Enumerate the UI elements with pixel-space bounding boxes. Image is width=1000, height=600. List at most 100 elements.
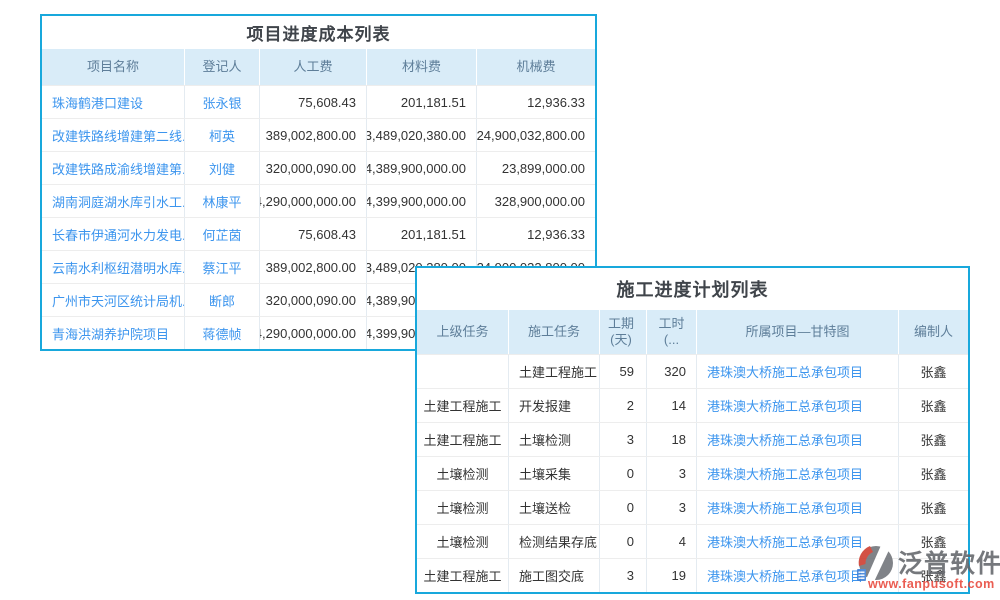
fanpu-watermark: 泛普软件 www.fanpusoft.com	[856, 542, 998, 591]
registrant-link[interactable]: 蒋德帧	[185, 317, 260, 349]
material-cost-value: 3,489,020,380.00	[367, 119, 477, 151]
duration-days-cell: 59	[600, 355, 647, 388]
cost-table-header-row: 项目名称 登记人 人工费 材料费 机械费	[42, 49, 595, 85]
column-header-parent-task: 上级任务	[417, 310, 509, 354]
material-cost-value: 4,399,900,000.00	[367, 185, 477, 217]
labor-cost-value: 75,608.43	[260, 86, 367, 118]
material-cost-value: 201,181.51	[367, 218, 477, 250]
duration-days-cell: 0	[600, 457, 647, 490]
parent-task-cell: 土建工程施工	[417, 559, 509, 592]
column-header-registrant: 登记人	[185, 49, 260, 85]
table-row: 改建铁路线增建第二线... 柯英 389,002,800.00 3,489,02…	[42, 118, 595, 151]
column-header-labor-cost: 人工费	[260, 49, 367, 85]
construction-task-cell: 土建工程施工	[509, 355, 600, 388]
registrant-link[interactable]: 林康平	[185, 185, 260, 217]
project-gantt-link[interactable]: 港珠澳大桥施工总承包项目	[697, 389, 899, 422]
column-header-construction-task: 施工任务	[509, 310, 600, 354]
fanpu-url: www.fanpusoft.com	[868, 577, 998, 591]
labor-cost-value: 4,290,000,000.00	[260, 185, 367, 217]
table-row: 改建铁路成渝线增建第... 刘健 320,000,090.00 4,389,90…	[42, 151, 595, 184]
column-header-project-name: 项目名称	[42, 49, 185, 85]
table-row: 长春市伊通河水力发电... 何芷茵 75,608.43 201,181.51 1…	[42, 217, 595, 250]
work-hours-cell: 18	[647, 423, 697, 456]
fanpu-brand-name: 泛普软件	[898, 544, 1000, 580]
table-row: 土建工程施工 59 320 港珠澳大桥施工总承包项目 张鑫	[417, 354, 968, 388]
work-hours-cell: 320	[647, 355, 697, 388]
compiler-cell: 张鑫	[899, 355, 968, 388]
labor-cost-value: 320,000,090.00	[260, 152, 367, 184]
machine-cost-value: 23,899,000.00	[477, 152, 595, 184]
project-name-link[interactable]: 长春市伊通河水力发电...	[42, 218, 185, 250]
labor-cost-value: 389,002,800.00	[260, 251, 367, 283]
parent-task-cell: 土壤检测	[417, 491, 509, 524]
project-name-link[interactable]: 珠海鹤港口建设	[42, 86, 185, 118]
project-gantt-link[interactable]: 港珠澳大桥施工总承包项目	[697, 355, 899, 388]
duration-days-cell: 2	[600, 389, 647, 422]
material-cost-value: 4,389,900,000.00	[367, 152, 477, 184]
machine-cost-value: 24,900,032,800.00	[477, 119, 595, 151]
project-gantt-link[interactable]: 港珠澳大桥施工总承包项目	[697, 491, 899, 524]
work-hours-cell: 3	[647, 491, 697, 524]
parent-task-cell: 土壤检测	[417, 457, 509, 490]
duration-days-cell: 0	[600, 525, 647, 558]
construction-task-cell: 土壤采集	[509, 457, 600, 490]
work-hours-cell: 19	[647, 559, 697, 592]
labor-cost-value: 75,608.43	[260, 218, 367, 250]
construction-task-cell: 土壤检测	[509, 423, 600, 456]
registrant-link[interactable]: 蔡江平	[185, 251, 260, 283]
labor-cost-value: 320,000,090.00	[260, 284, 367, 316]
machine-cost-value: 12,936.33	[477, 86, 595, 118]
duration-days-cell: 3	[600, 423, 647, 456]
duration-days-cell: 0	[600, 491, 647, 524]
column-header-duration-days: 工期 (天)	[600, 310, 647, 354]
registrant-link[interactable]: 何芷茵	[185, 218, 260, 250]
construction-task-cell: 检测结果存底	[509, 525, 600, 558]
table-row: 珠海鹤港口建设 张永银 75,608.43 201,181.51 12,936.…	[42, 85, 595, 118]
project-name-link[interactable]: 湖南洞庭湖水库引水工...	[42, 185, 185, 217]
registrant-link[interactable]: 张永银	[185, 86, 260, 118]
column-header-work-hours: 工时 (...	[647, 310, 697, 354]
machine-cost-value: 328,900,000.00	[477, 185, 595, 217]
compiler-cell: 张鑫	[899, 491, 968, 524]
construction-task-cell: 土壤送检	[509, 491, 600, 524]
construction-task-cell: 开发报建	[509, 389, 600, 422]
column-header-machine-cost: 机械费	[477, 49, 595, 85]
work-hours-cell: 3	[647, 457, 697, 490]
table-row: 土壤检测 土壤送检 0 3 港珠澳大桥施工总承包项目 张鑫	[417, 490, 968, 524]
plan-table-header-row: 上级任务 施工任务 工期 (天) 工时 (... 所属项目—甘特图 编制人	[417, 310, 968, 354]
work-hours-cell: 4	[647, 525, 697, 558]
labor-cost-value: 4,290,000,000.00	[260, 317, 367, 349]
fanpu-logo-icon	[856, 542, 896, 582]
labor-cost-value: 389,002,800.00	[260, 119, 367, 151]
project-name-link[interactable]: 青海洪湖养护院项目	[42, 317, 185, 349]
table-row: 土建工程施工 土壤检测 3 18 港珠澳大桥施工总承包项目 张鑫	[417, 422, 968, 456]
machine-cost-value: 12,936.33	[477, 218, 595, 250]
duration-days-cell: 3	[600, 559, 647, 592]
project-name-link[interactable]: 广州市天河区统计局机...	[42, 284, 185, 316]
plan-table-title: 施工进度计划列表	[417, 268, 968, 310]
table-row: 湖南洞庭湖水库引水工... 林康平 4,290,000,000.00 4,399…	[42, 184, 595, 217]
registrant-link[interactable]: 柯英	[185, 119, 260, 151]
parent-task-cell: 土壤检测	[417, 525, 509, 558]
construction-task-cell: 施工图交底	[509, 559, 600, 592]
project-name-link[interactable]: 改建铁路线增建第二线...	[42, 119, 185, 151]
parent-task-cell	[417, 355, 509, 388]
cost-table-title: 项目进度成本列表	[42, 16, 595, 49]
project-gantt-link[interactable]: 港珠澳大桥施工总承包项目	[697, 457, 899, 490]
material-cost-value: 201,181.51	[367, 86, 477, 118]
column-header-project-gantt: 所属项目—甘特图	[697, 310, 899, 354]
compiler-cell: 张鑫	[899, 423, 968, 456]
table-row: 土壤检测 土壤采集 0 3 港珠澳大桥施工总承包项目 张鑫	[417, 456, 968, 490]
parent-task-cell: 土建工程施工	[417, 389, 509, 422]
project-name-link[interactable]: 改建铁路成渝线增建第...	[42, 152, 185, 184]
registrant-link[interactable]: 断郎	[185, 284, 260, 316]
registrant-link[interactable]: 刘健	[185, 152, 260, 184]
table-row: 土建工程施工 开发报建 2 14 港珠澳大桥施工总承包项目 张鑫	[417, 388, 968, 422]
project-gantt-link[interactable]: 港珠澳大桥施工总承包项目	[697, 423, 899, 456]
project-name-link[interactable]: 云南水利枢纽潜明水库...	[42, 251, 185, 283]
column-header-material-cost: 材料费	[367, 49, 477, 85]
column-header-compiler: 编制人	[899, 310, 968, 354]
parent-task-cell: 土建工程施工	[417, 423, 509, 456]
work-hours-cell: 14	[647, 389, 697, 422]
compiler-cell: 张鑫	[899, 389, 968, 422]
